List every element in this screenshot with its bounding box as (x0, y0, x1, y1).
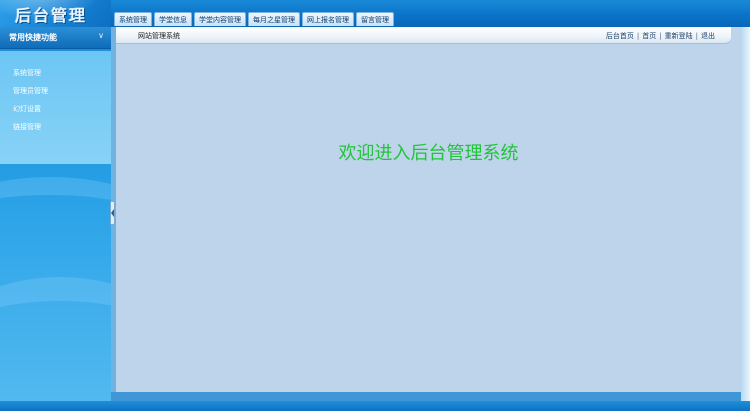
home-link[interactable]: 首页 (642, 32, 656, 40)
welcome-message: 欢迎进入后台管理系统 (338, 143, 519, 164)
tab-online-signup[interactable]: 网上报名管理 (302, 12, 354, 26)
sidebar-item-slides[interactable]: 幻灯设置 (13, 104, 41, 114)
sidebar-decoration (0, 277, 111, 401)
right-edge (741, 27, 750, 401)
sidebar: 常用快捷功能 ∨ 系统管理 管理员管理 幻灯设置 链接管理 (0, 27, 111, 401)
top-nav: 系统管理 学堂信息 学堂内容管理 每月之星管理 网上报名管理 留言管理 (114, 12, 394, 27)
admin-home-link[interactable]: 后台首页 (606, 32, 634, 40)
footer-bar (0, 401, 750, 411)
sidebar-item-admins[interactable]: 管理员管理 (13, 86, 48, 96)
tab-messages[interactable]: 留言管理 (356, 12, 394, 26)
content-bottom-strip (111, 392, 741, 401)
chevron-double-down-icon[interactable]: ∨ (96, 31, 106, 41)
tab-school-content[interactable]: 学堂内容管理 (194, 12, 246, 26)
sidebar-item-system[interactable]: 系统管理 (13, 68, 41, 78)
sidebar-title: 常用快捷功能 (9, 33, 57, 42)
relogin-link[interactable]: 重新登陆 (665, 32, 693, 40)
separator: | (659, 32, 662, 40)
content-area (116, 27, 741, 392)
sidebar-menu: 系统管理 管理员管理 幻灯设置 链接管理 (0, 51, 111, 164)
logout-link[interactable]: 退出 (701, 32, 715, 40)
arrow-left-icon (111, 209, 114, 217)
sidebar-header: 常用快捷功能 ∨ (0, 27, 111, 49)
tab-monthly-star[interactable]: 每月之星管理 (248, 12, 300, 26)
sidebar-toggle-handle[interactable] (110, 201, 115, 225)
tab-system[interactable]: 系统管理 (114, 12, 152, 26)
logo-text: 后台管理 (15, 6, 88, 25)
separator: | (695, 32, 698, 40)
site-title: 网站管理系统 (138, 32, 180, 40)
tab-school-info[interactable]: 学堂信息 (154, 12, 192, 26)
sidebar-item-links[interactable]: 链接管理 (13, 122, 41, 132)
logo: 后台管理 (0, 0, 111, 27)
header-links: 后台首页 | 首页 | 重新登陆 | 退出 (606, 31, 715, 41)
header-bar: 网站管理系统 后台首页 | 首页 | 重新登陆 | 退出 (116, 27, 731, 44)
